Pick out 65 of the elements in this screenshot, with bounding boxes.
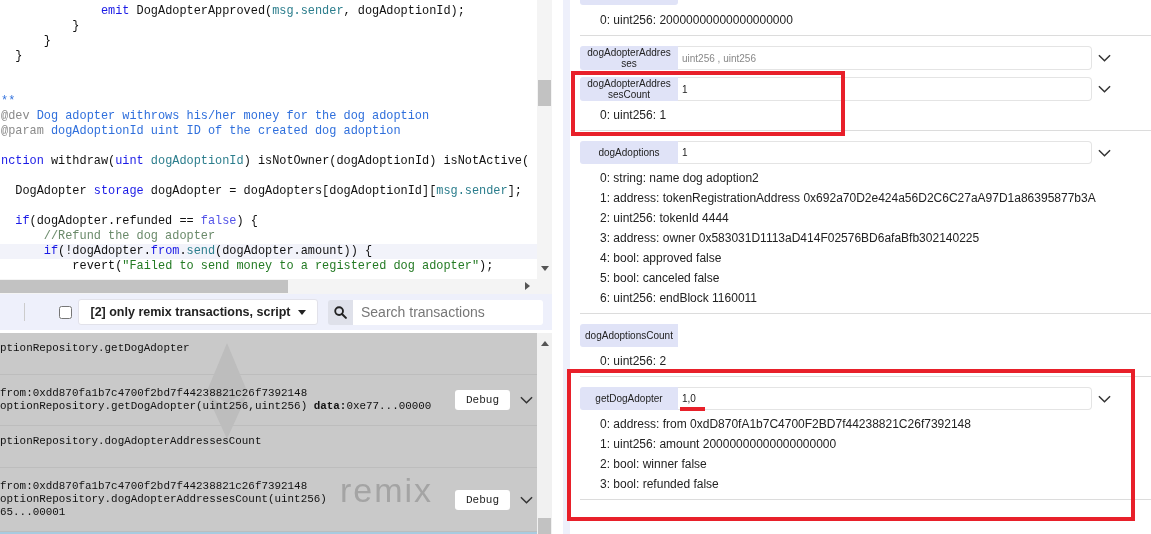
argument-field[interactable]: 1 bbox=[678, 77, 1092, 101]
output-line: 2: uint256: tokenId 4444 bbox=[600, 210, 730, 227]
chevron-down-icon[interactable] bbox=[520, 396, 533, 404]
output-line: 1: address: tokenRegistrationAddress 0x692a70D2e424a56D2C6C27aA97D1a86395877b3A bbox=[600, 190, 1097, 207]
arrow-up-icon[interactable] bbox=[541, 341, 549, 346]
arrow-right-icon[interactable] bbox=[525, 282, 530, 291]
function-button[interactable]: dogAdopterAddressesCount bbox=[580, 77, 678, 101]
output-line: 6: uint256: endBlock 1160011 bbox=[600, 290, 758, 307]
search-button[interactable] bbox=[328, 299, 353, 325]
function-button[interactable]: dogAdopterAddresses bbox=[580, 46, 678, 70]
search-field[interactable]: Search transactions bbox=[353, 299, 543, 325]
code-line: ** bbox=[0, 94, 17, 109]
output-line: 5: bool: canceled false bbox=[600, 270, 721, 287]
argument-field[interactable]: 1 bbox=[678, 141, 1092, 164]
log-line: 65...00001 bbox=[0, 506, 66, 519]
output-line: 3: address: owner 0x583031D1113aD414F02576BD6afaBfb302140225 bbox=[600, 230, 981, 247]
function-button[interactable]: dogAdoptions bbox=[580, 141, 678, 164]
output-line: 3: bool: refunded false bbox=[600, 476, 720, 493]
scroll-thumb[interactable] bbox=[538, 518, 551, 534]
code-line: @dev Dog adopter withrows his/her money for the dog adoption bbox=[0, 109, 431, 124]
horizontal-scrollbar[interactable] bbox=[0, 279, 552, 295]
code-line: } bbox=[71, 19, 81, 34]
chevron-down-icon[interactable] bbox=[1098, 85, 1111, 93]
editor-scrollbar[interactable] bbox=[537, 0, 552, 280]
log-line: ptionRepository.dogAdopterAddressesCount bbox=[0, 435, 262, 448]
code-line: } bbox=[14, 49, 24, 64]
caret-icon bbox=[297, 309, 306, 315]
log-line: ptionRepository.getDogAdopter bbox=[0, 342, 190, 355]
code-line: //Refund the dog adopter bbox=[42, 229, 217, 244]
chevron-down-icon[interactable] bbox=[520, 495, 533, 504]
code-line: nction withdraw(uint dogAdoptionId) isNotOwner(dogAdoptionId) isNotActive( bbox=[0, 154, 531, 169]
output-line: 0: uint256: 1 bbox=[600, 107, 668, 124]
chevron-down-icon[interactable] bbox=[1098, 148, 1111, 157]
chevron-down-icon[interactable] bbox=[1098, 54, 1111, 62]
function-button[interactable]: dogAdoptionsCount bbox=[580, 324, 678, 347]
output-line: 0: uint256: 2 bbox=[600, 353, 668, 370]
code-line: @param dogAdoptionId uint ID of the created dog adoption bbox=[0, 124, 402, 139]
output-line: 4: bool: approved false bbox=[600, 250, 723, 267]
argument-field[interactable]: uint256 , uint256 bbox=[678, 46, 1092, 70]
output-line: 0: uint256: 20000000000000000000 bbox=[600, 12, 794, 29]
code-line: revert("Failed to send money to a registered dog adopter"); bbox=[71, 259, 495, 274]
argument-field[interactable]: 1,0 bbox=[678, 387, 1092, 410]
log-line: optionRepository.getDogAdopter(uint256,uint256) data:0xe77...00000 bbox=[0, 400, 432, 413]
log-line: from:0xdd870fa1b7c4700f2bd7f44238821c26f7392148 bbox=[0, 387, 308, 400]
output-line: 1: uint256: amount 20000000000000000000 bbox=[600, 436, 838, 453]
scroll-thumb[interactable] bbox=[0, 280, 288, 294]
log-line: from:0xdd870fa1b7c4700f2bd7f44238821c26f7392148 bbox=[0, 480, 308, 493]
filter-checkbox[interactable] bbox=[59, 305, 72, 319]
debug-button[interactable]: Debug bbox=[455, 390, 510, 410]
scroll-thumb[interactable] bbox=[538, 80, 551, 106]
log-scrollbar[interactable] bbox=[537, 333, 552, 534]
output-line: 0: string: name dog adoption2 bbox=[600, 170, 760, 187]
output-line: 0: address: from 0xdD870fA1b7C4700F2BD7f44238821C26f7392148 bbox=[600, 416, 972, 433]
debug-button[interactable]: Debug bbox=[455, 489, 510, 510]
arrow-down-icon[interactable] bbox=[541, 266, 549, 271]
code-line: emit DogAdopterApproved(msg.sender, dogAdoptionId); bbox=[99, 4, 466, 19]
chevron-down-icon[interactable] bbox=[1098, 394, 1111, 403]
log-line: optionRepository.dogAdopterAddressesCount(uint256) bbox=[0, 493, 327, 506]
code-line: if(dogAdopter.refunded == false) { bbox=[14, 214, 259, 229]
code-line: } bbox=[42, 34, 52, 49]
filter-dropdown[interactable]: [2] only remix transactions, script bbox=[78, 299, 318, 326]
function-button[interactable]: getDogAdopter bbox=[580, 387, 678, 410]
code-line: DogAdopter storage dogAdopter = dogAdopters[dogAdoptionId][msg.sender]; bbox=[14, 184, 523, 199]
output-line: 2: bool: winner false bbox=[600, 456, 708, 473]
search-icon bbox=[334, 305, 347, 319]
